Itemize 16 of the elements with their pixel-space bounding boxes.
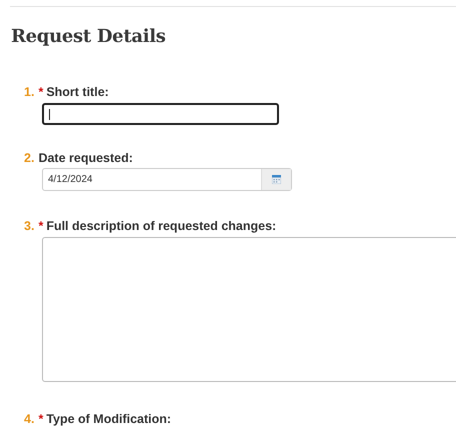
input-field[interactable] <box>42 103 279 125</box>
required-mark: * <box>38 219 44 233</box>
question-number: 3. <box>24 219 34 233</box>
question-number: 2. <box>24 151 34 165</box>
question-label: Type of Modification: <box>46 412 172 426</box>
calendar-icon <box>272 175 281 184</box>
required-mark: * <box>38 85 44 99</box>
question-label: Short title: <box>46 85 109 99</box>
calendar-button[interactable] <box>261 169 291 190</box>
question-number: 4. <box>24 412 34 426</box>
question-label: Full description of requested changes: <box>46 219 276 233</box>
question-number: 1. <box>24 85 34 99</box>
required-mark: * <box>38 412 44 426</box>
question-label: Date requested: <box>38 151 133 165</box>
section-title: Request Details <box>11 26 167 47</box>
date-field[interactable]: 4/12/2024 <box>42 168 292 191</box>
